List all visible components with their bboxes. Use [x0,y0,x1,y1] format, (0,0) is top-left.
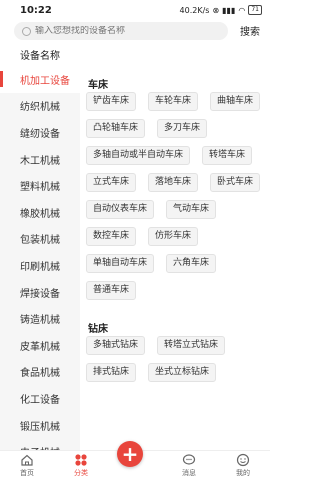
home-icon [21,454,33,466]
sidebar-item[interactable]: 塑料机械 [0,172,80,199]
sidebar-item[interactable]: 包装机械 [0,226,80,253]
subcategory-chip[interactable]: 铲齿车床 [86,92,137,111]
publish-fab-button[interactable]: + [117,441,143,467]
subcategory-chip[interactable]: 多轴自动或半自动车床 [86,146,191,165]
subcategory-chip[interactable]: 落地车床 [148,173,199,192]
status-bar: 10:22 40.2K/s ⊗ ▮▮▮ ◠ 71 [0,0,270,22]
search-input[interactable] [35,26,225,36]
battery-icon: 71 [248,5,262,15]
subcategory-chip[interactable]: 自动仪表车床 [86,200,155,219]
subcategory-chip[interactable]: 普通车床 [86,281,137,300]
category-spacer [80,382,270,392]
tab-profile[interactable]: 我的 [216,451,270,480]
tab-home[interactable]: 首页 [0,451,54,480]
category-sidebar: 机加工设备 纺织机械 缝纫设备 木工机械 塑料机械 橡胶机械 包装机械 印刷机械 焊接设备 铸造机… [0,66,80,450]
sidebar-item[interactable]: 纺织机械 [0,93,80,120]
status-indicators: 40.2K/s ⊗ ▮▮▮ ◠ 71 [180,5,262,15]
subcategory-chip[interactable]: 排式钻床 [86,363,137,382]
tab-message[interactable]: 消息 [162,451,216,480]
signal-icon: ▮▮▮ [222,5,236,15]
subcategory-chip[interactable]: 气动车床 [166,200,217,219]
sidebar-item[interactable]: 橡胶机械 [0,199,80,226]
tab-message-label: 消息 [182,469,196,477]
subcategory-chip[interactable]: 多轴式钻床 [86,336,146,355]
subcategory-panel: 车床 铲齿车床 车轮车床 曲轴车床凸轮轴车床 多刀车床多轴自动或半自动车床 转塔车床立式车… [80,66,270,450]
category-spacer [80,300,270,310]
category-heading: 车床 [88,80,108,91]
sidebar-item[interactable]: 锻压机械 [0,412,80,439]
search-box[interactable] [14,22,228,40]
wifi-icon: ◠ [238,5,246,15]
message-icon [182,454,196,465]
sidebar-item[interactable]: 木工机械 [0,146,80,173]
tab-profile-label: 我的 [236,469,250,477]
sidebar-item[interactable]: 皮革机械 [0,332,80,359]
sidebar-item[interactable]: 化工设备 [0,385,80,412]
category-icon [75,454,87,466]
sidebar-item[interactable]: 电子机械 [0,438,80,450]
subcategory-chip[interactable]: 转塔立式钻床 [157,336,226,355]
search-icon [22,26,31,36]
subcategory-chip[interactable]: 坐式立标钻床 [148,363,217,382]
subcategory-chip[interactable]: 曲轴车床 [210,92,261,111]
sidebar-item[interactable]: 印刷机械 [0,252,80,279]
subcategory-chip[interactable]: 数控车床 [86,227,137,246]
subcategory-chip[interactable]: 六角车床 [166,254,217,273]
sidebar-item[interactable]: 铸造机械 [0,305,80,332]
tab-category[interactable]: 分类 [54,451,108,480]
mute-icon: ⊗ [212,5,220,15]
sidebar-item[interactable]: 缝纫设备 [0,119,80,146]
status-time: 10:22 [20,5,52,16]
subcategory-chip[interactable]: 多刀车床 [157,119,208,138]
tab-home-label: 首页 [20,469,34,477]
sidebar-item[interactable]: 食品机械 [0,359,80,386]
subcategory-chip[interactable]: 转塔车床 [202,146,253,165]
subcategory-chip[interactable]: 车轮车床 [148,92,199,111]
subcategory-chip[interactable]: 单轴自动车床 [86,254,155,273]
subcategory-chip[interactable]: 仿形车床 [148,227,199,246]
network-speed: 40.2K/s [179,5,210,15]
tab-category-label: 分类 [74,469,88,477]
section-title: 设备名称 [20,51,60,62]
subcategory-chip-group: 多轴式钻床 转塔立式钻床排式钻床 坐式立标钻床 [80,336,270,382]
category-heading: 钻床 [88,324,108,335]
subcategory-chip[interactable]: 凸轮轴车床 [86,119,146,138]
search-header: 搜索 [0,22,270,42]
profile-icon [236,453,250,467]
sidebar-item[interactable]: 机加工设备 [0,66,80,93]
search-button[interactable]: 搜索 [240,23,260,38]
subcategory-chip[interactable]: 立式车床 [86,173,137,192]
subcategory-chip-group: 铲齿车床 车轮车床 曲轴车床凸轮轴车床 多刀车床多轴自动或半自动车床 转塔车床立式车床落… [80,92,270,300]
sidebar-item[interactable]: 焊接设备 [0,279,80,306]
subcategory-chip[interactable]: 卧式车床 [210,173,261,192]
